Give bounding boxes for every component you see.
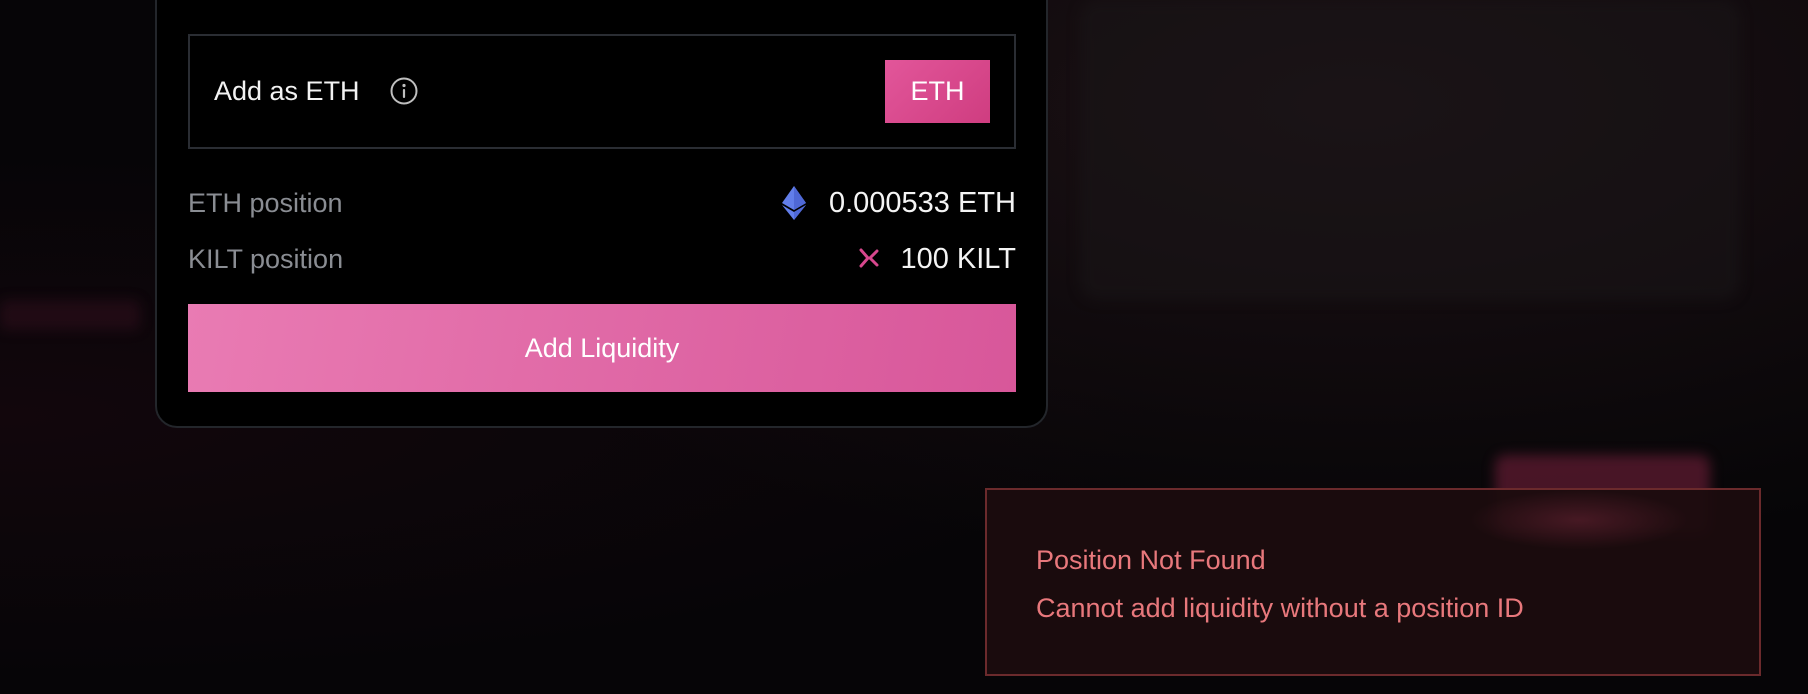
error-toast[interactable]: Position Not Found Cannot add liquidity … <box>985 488 1761 676</box>
add-liquidity-button[interactable]: Add Liquidity <box>188 304 1016 392</box>
kilt-position-row: KILT position 100 KILT <box>188 240 1016 276</box>
info-icon[interactable] <box>389 76 419 106</box>
kilt-position-value: 100 KILT <box>900 243 1016 275</box>
background-bar <box>0 300 140 330</box>
toast-description: Cannot add liquidity without a position … <box>1036 593 1524 623</box>
eth-position-row: ETH position 0.000533 ETH <box>188 184 1016 220</box>
background-panel <box>1080 0 1740 300</box>
eth-toggle-button[interactable]: ETH <box>885 60 990 123</box>
add-as-eth-option: Add as ETH ETH <box>188 34 1016 149</box>
toast-glow <box>1469 490 1689 550</box>
ethereum-icon <box>782 186 806 225</box>
add-liquidity-modal: Add as ETH ETH ETH position 0.000533 ETH… <box>155 0 1048 428</box>
kilt-position-label: KILT position <box>188 244 344 274</box>
eth-position-label: ETH position <box>188 188 343 218</box>
toast-title: Position Not Found <box>1036 545 1266 575</box>
add-as-eth-label: Add as ETH <box>214 76 360 106</box>
kilt-icon <box>858 248 880 273</box>
app-screen: Add as ETH ETH ETH position 0.000533 ETH… <box>0 0 1808 694</box>
eth-position-value: 0.000533 ETH <box>828 187 1016 219</box>
